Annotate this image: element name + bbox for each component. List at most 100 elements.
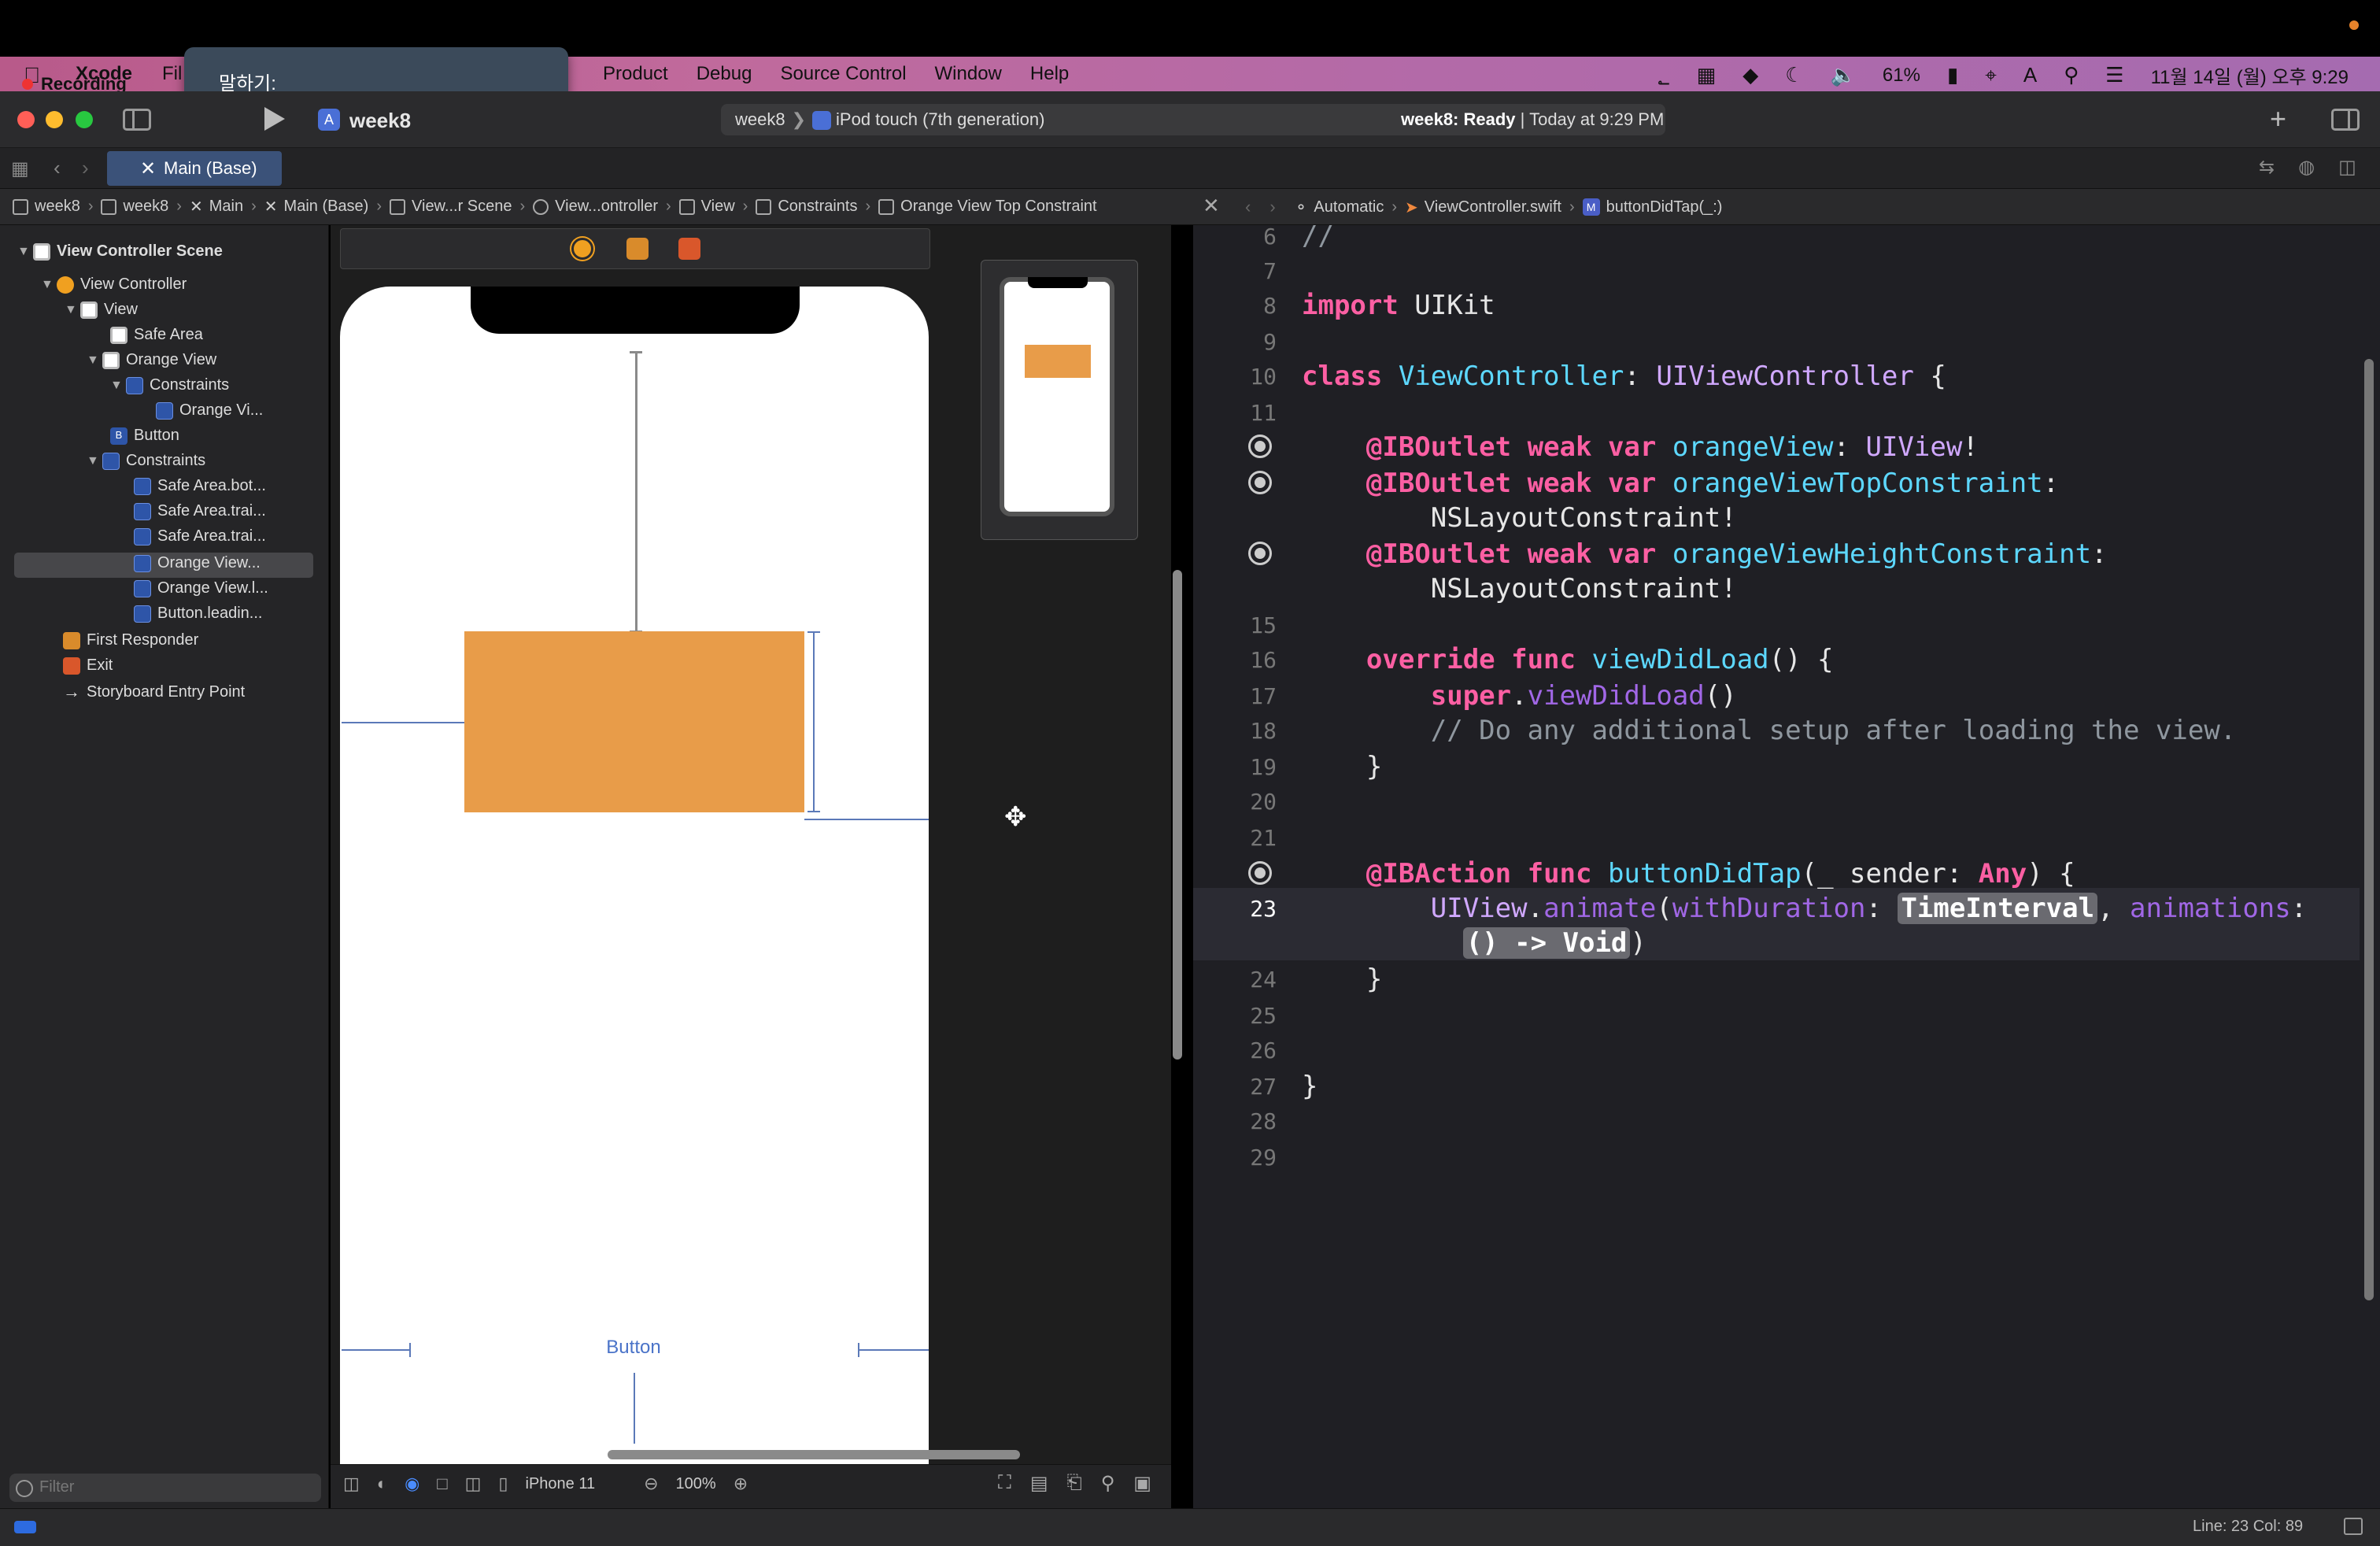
diamond-app-icon[interactable]: ◆ xyxy=(1743,63,1758,87)
breadcrumb-item[interactable]: week8 › xyxy=(101,198,189,216)
exit-icon[interactable] xyxy=(678,238,700,260)
resolve-issues-icon[interactable]: ⚲ xyxy=(1101,1472,1115,1495)
forward-chevron-icon[interactable]: › xyxy=(82,156,89,180)
debug-area-toggle-icon[interactable] xyxy=(14,1521,36,1533)
control-center-icon[interactable]: ☰ xyxy=(2105,63,2123,87)
outline-item-constraint[interactable]: Safe Area.trai... xyxy=(134,527,266,546)
zoom-in-icon[interactable]: ⊕ xyxy=(734,1474,748,1494)
outline-item-constraint-selected[interactable]: Orange View... xyxy=(134,554,261,572)
outline-item-safe-area[interactable]: Safe Area xyxy=(110,326,203,344)
scheme-name[interactable]: week8 xyxy=(735,109,785,129)
inspector-area-icon[interactable] xyxy=(2344,1518,2363,1535)
disclosure-icon[interactable]: ▼ xyxy=(87,353,102,368)
device-config-label[interactable]: iPhone 11 xyxy=(526,1475,596,1493)
tab-main-base-label[interactable]: Main (Base) xyxy=(164,158,257,179)
outline-item-constraint[interactable]: Safe Area.trai... xyxy=(134,502,266,520)
inspector-toggle-icon[interactable] xyxy=(2331,109,2360,131)
embed-in-icon[interactable]: ▣ xyxy=(1133,1472,1151,1495)
button-trailing-constraint[interactable] xyxy=(858,1349,929,1351)
menu-help[interactable]: Help xyxy=(1030,63,1069,85)
orange-view-trailing-constraint[interactable] xyxy=(804,819,929,820)
window-minimize-button[interactable] xyxy=(46,111,63,128)
breadcrumb-item[interactable]: ⚬ Automatic › xyxy=(1295,198,1405,217)
moon-icon[interactable]: ☾ xyxy=(1785,63,1803,87)
outline-item-first-responder[interactable]: First Responder xyxy=(63,631,198,649)
orange-view-top-constraint[interactable] xyxy=(630,351,642,633)
adjust-editor-icon[interactable]: ◍ xyxy=(2298,156,2315,179)
breadcrumb-item[interactable]: Constraints › xyxy=(756,198,878,216)
keyboard-layout-icon[interactable]: ؂ xyxy=(1658,63,1669,87)
breadcrumb-item[interactable]: ➤ ViewController.swift › xyxy=(1405,198,1583,217)
first-responder-icon[interactable] xyxy=(626,238,649,260)
battery-icon[interactable]: ▮ xyxy=(1947,63,1958,87)
zoom-out-icon[interactable]: ⊖ xyxy=(644,1474,658,1494)
accessibility-icon[interactable]: ◉ xyxy=(405,1474,419,1494)
breadcrumb-item[interactable]: ✕ Main (Base) › xyxy=(264,197,390,216)
breadcrumb-item[interactable]: View...ontroller › xyxy=(533,198,678,216)
outline-item-constraints[interactable]: ▼ Constraints xyxy=(110,376,229,394)
placeholder-token[interactable]: TimeInterval xyxy=(1898,893,2098,924)
scheme-selector[interactable]: week8 ❯ iPod touch (7th generation) xyxy=(735,109,1044,131)
wifi-icon[interactable]: ⌖ xyxy=(1985,63,1997,88)
appearance-icon[interactable]: ◐ xyxy=(377,1474,387,1494)
disclosure-icon[interactable]: ▼ xyxy=(65,303,80,317)
outlet-connection-icon[interactable] xyxy=(1248,542,1272,565)
canvas-horizontal-scrollbar[interactable] xyxy=(608,1450,1020,1459)
outline-item-orange-view[interactable]: ▼ Orange View xyxy=(87,351,216,369)
add-constraints-icon[interactable]: ⎗ xyxy=(1067,1472,1082,1495)
outline-item-exit[interactable]: Exit xyxy=(63,656,113,675)
orange-view-height-constraint[interactable] xyxy=(813,631,815,812)
run-button[interactable] xyxy=(264,107,285,131)
button-bottom-constraint[interactable] xyxy=(634,1373,635,1444)
menu-debug[interactable]: Debug xyxy=(697,63,752,85)
disclosure-icon[interactable]: ▼ xyxy=(17,245,33,259)
menu-window[interactable]: Window xyxy=(935,63,1002,85)
menu-file[interactable]: Fil xyxy=(162,63,182,85)
forward-chevron-icon[interactable]: › xyxy=(1269,197,1275,217)
outline-item-view[interactable]: ▼ View xyxy=(65,301,138,319)
spotlight-search-icon[interactable]: ⚲ xyxy=(2064,63,2079,87)
view-controller-icon[interactable] xyxy=(571,238,593,260)
canvas-vertical-scrollbar[interactable] xyxy=(1173,570,1182,1060)
breadcrumb-item[interactable]: ✕ Main › xyxy=(190,197,264,216)
navigator-toggle-icon[interactable] xyxy=(123,109,151,131)
menu-source-control[interactable]: Source Control xyxy=(780,63,906,85)
outline-item-constraint[interactable]: Button.leadin... xyxy=(134,605,262,623)
menu-product[interactable]: Product xyxy=(603,63,668,85)
button-leading-constraint[interactable] xyxy=(342,1349,411,1351)
storyboard-button[interactable]: Button xyxy=(519,1337,748,1359)
run-destination[interactable]: iPod touch (7th generation) xyxy=(836,109,1044,129)
window-zoom-button[interactable] xyxy=(76,111,93,128)
refresh-icon[interactable]: ⇆ xyxy=(2259,156,2275,179)
back-chevron-icon[interactable]: ‹ xyxy=(1245,197,1251,217)
orange-view-leading-constraint[interactable] xyxy=(342,722,464,723)
outline-item-button[interactable]: B Button xyxy=(110,427,179,445)
outlet-connection-icon[interactable] xyxy=(1248,471,1272,494)
input-source-icon[interactable]: A xyxy=(2023,63,2037,87)
size-class-icon[interactable]: ◫ xyxy=(465,1474,482,1494)
orange-view[interactable] xyxy=(464,631,804,812)
update-frames-icon[interactable]: ⛶ xyxy=(998,1472,1011,1495)
breadcrumb-item[interactable]: Orange View Top Constraint xyxy=(878,198,1097,216)
zoom-level[interactable]: 100% xyxy=(676,1475,716,1493)
back-chevron-icon[interactable]: ‹ xyxy=(54,156,61,180)
device-phone-icon[interactable]: ▯ xyxy=(498,1474,508,1494)
disclosure-icon[interactable]: ▼ xyxy=(110,379,126,393)
outline-item-constraint[interactable]: Safe Area.bot... xyxy=(134,477,266,495)
window-grid-icon[interactable]: ▦ xyxy=(1697,63,1717,87)
outline-item-constraints[interactable]: ▼ Constraints xyxy=(87,452,205,470)
editor-vertical-scrollbar[interactable] xyxy=(2364,359,2374,1300)
align-icon[interactable]: ▤ xyxy=(1030,1472,1048,1495)
close-editor-icon[interactable]: ✕ xyxy=(1203,194,1220,218)
outline-toggle-icon[interactable]: ◫ xyxy=(343,1474,360,1494)
breadcrumb-item[interactable]: View › xyxy=(678,198,756,216)
window-close-button[interactable] xyxy=(17,111,35,128)
outline-item-constraint[interactable]: Orange Vi... xyxy=(156,401,263,420)
orientation-icon[interactable]: □ xyxy=(437,1474,447,1494)
menubar-clock[interactable]: 11월 14일 (월) 오후 9:29 xyxy=(2151,61,2349,89)
placeholder-token[interactable]: () -> Void xyxy=(1462,927,1631,959)
volume-icon[interactable]: 🔈 xyxy=(1831,63,1856,87)
outline-item-constraint[interactable]: Orange View.l... xyxy=(134,579,268,597)
disclosure-icon[interactable]: ▼ xyxy=(87,454,102,468)
outline-item-entry-point[interactable]: → Storyboard Entry Point xyxy=(63,682,245,702)
